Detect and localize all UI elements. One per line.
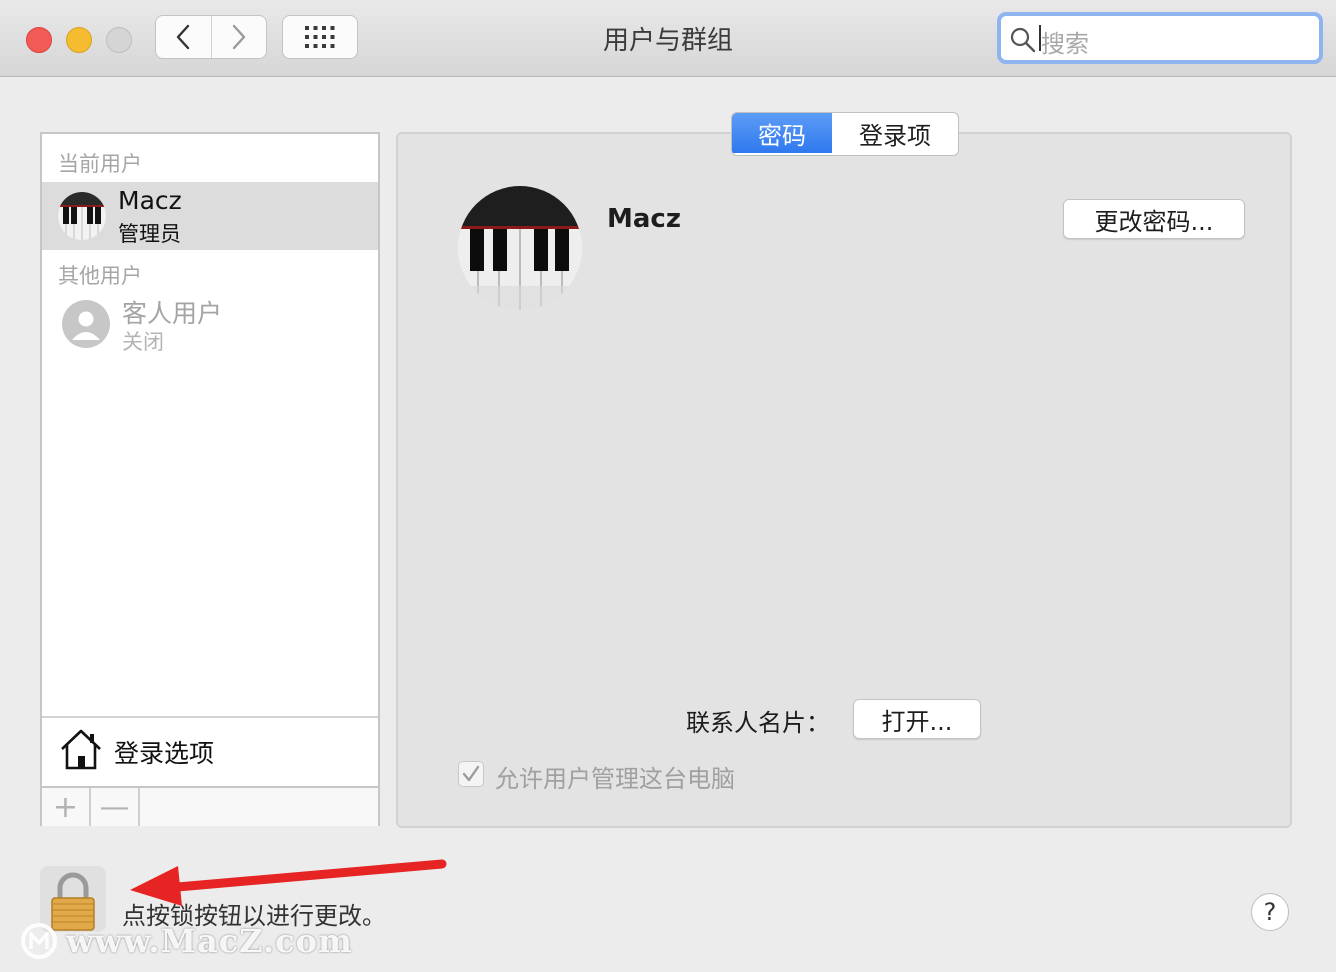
contact-card-label: 联系人名片： [686, 709, 830, 737]
guest-avatar-icon [62, 300, 110, 348]
user-picture[interactable] [458, 186, 582, 310]
macz-logo-icon [21, 923, 57, 959]
title-bar: 用户与群组 搜索 [0, 0, 1336, 77]
open-contact-button[interactable]: 打开... [853, 699, 981, 739]
user-row-macz[interactable]: Macz 管理员 [42, 182, 378, 250]
red-arrow-annotation [130, 859, 447, 906]
help-button[interactable]: ? [1251, 893, 1289, 931]
tab-login-items[interactable]: 登录项 [832, 113, 958, 153]
search-icon [1010, 27, 1036, 53]
watermark: www.MacZ.com [20, 922, 353, 960]
current-users-header: 当前用户 [58, 152, 142, 176]
add-user-button[interactable]: + [42, 788, 91, 826]
search-field[interactable]: 搜索 [997, 12, 1323, 64]
guest-name: 客人用户 [122, 299, 223, 328]
user-avatar [58, 192, 106, 240]
user-role: 管理员 [118, 222, 181, 246]
user-name: Macz [118, 186, 182, 215]
add-remove-bar: + — [42, 786, 378, 826]
guest-status: 关闭 [122, 330, 164, 354]
login-options-label: 登录选项 [114, 739, 215, 768]
house-icon [61, 729, 101, 770]
selected-user-name: Macz [607, 204, 681, 234]
login-options-row[interactable]: 登录选项 [42, 716, 378, 788]
allow-admin-label: 允许用户管理这台电脑 [495, 765, 735, 793]
watermark-text: www.MacZ.com [66, 922, 353, 960]
change-password-button[interactable]: 更改密码... [1063, 199, 1245, 239]
other-users-header: 其他用户 [58, 264, 142, 288]
user-list: 当前用户 Macz 管理员 其他用户 客人用户 关闭 登录选项 + — [40, 132, 380, 826]
checkmark-icon [462, 765, 480, 782]
remove-user-button[interactable]: — [91, 788, 140, 826]
tab-password[interactable]: 密码 [732, 113, 832, 153]
search-placeholder: 搜索 [1041, 30, 1089, 58]
allow-admin-checkbox[interactable] [458, 761, 484, 787]
tab-bar: 密码 登录项 [731, 112, 959, 156]
